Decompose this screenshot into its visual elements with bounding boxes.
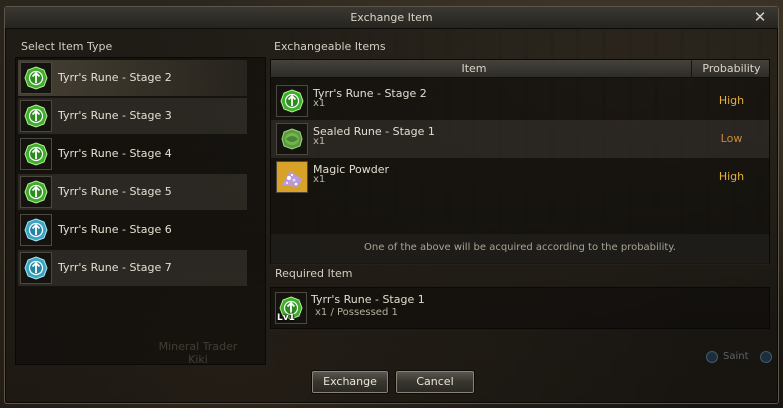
item-probability: High (718, 170, 745, 183)
magic-powder-icon (276, 161, 308, 193)
green-rune-icon (276, 85, 308, 117)
column-header-item: Item (461, 62, 487, 75)
green-rune-icon (20, 176, 52, 208)
item-type-label: Tyrr's Rune - Stage 3 (58, 109, 172, 122)
item-type-row[interactable]: Tyrr's Rune - Stage 4 (18, 136, 247, 172)
item-quantity: x1 (313, 98, 326, 109)
sealed-rune-icon (276, 123, 308, 155)
green-rune-icon (20, 62, 52, 94)
green-rune-icon[interactable]: Lv1 (275, 292, 307, 324)
item-name: Tyrr's Rune - Stage 2 (313, 87, 427, 100)
npc-name: Kiki (188, 353, 208, 366)
status-orb-icon (706, 351, 718, 363)
select-item-type-label: Select Item Type (21, 40, 113, 53)
green-rune-icon (20, 100, 52, 132)
blue-rune-icon (20, 252, 52, 284)
exchange-button[interactable]: Exchange (312, 371, 388, 393)
item-type-row[interactable]: Tyrr's Rune - Stage 7 (18, 250, 247, 286)
item-type-row[interactable]: Tyrr's Rune - Stage 6 (18, 212, 247, 248)
title-bar[interactable]: Exchange Item ✕ (5, 7, 778, 29)
item-quantity: x1 (313, 136, 326, 147)
item-type-row[interactable]: Tyrr's Rune - Stage 2 (18, 60, 247, 96)
item-type-label: Tyrr's Rune - Stage 7 (58, 261, 172, 274)
exchangeable-items-table: Item Probability Tyrr's Rune - Stage 2 x… (270, 59, 770, 265)
cancel-button[interactable]: Cancel (396, 371, 474, 393)
exchange-item-window: Exchange Item ✕ Select Item Type Exchang… (4, 6, 779, 404)
item-type-list: Tyrr's Rune - Stage 2 Tyrr's Rune - Stag… (15, 57, 266, 366)
npc-title: Mineral Trader (158, 340, 238, 353)
item-quantity: x1 (313, 174, 326, 185)
item-probability: Low (720, 132, 743, 145)
item-name: Sealed Rune - Stage 1 (313, 125, 435, 138)
table-row[interactable]: Magic Powder x1 High (271, 158, 769, 196)
table-header: Item Probability (271, 60, 769, 78)
item-probability: High (718, 94, 745, 107)
status-orb-icon (760, 351, 772, 363)
item-type-label: Tyrr's Rune - Stage 2 (58, 71, 172, 84)
item-level-badge: Lv1 (277, 313, 295, 323)
item-type-label: Tyrr's Rune - Stage 4 (58, 147, 172, 160)
exchangeable-items-label: Exchangeable Items (274, 40, 386, 53)
blue-rune-icon (20, 214, 52, 246)
item-type-label: Tyrr's Rune - Stage 6 (58, 223, 172, 236)
required-item-name: Tyrr's Rune - Stage 1 (311, 293, 425, 306)
table-row[interactable]: Sealed Rune - Stage 1 x1 Low (271, 120, 769, 158)
saint-text: Saint (723, 351, 749, 362)
npc-name-watermark: Mineral Trader Kiki (148, 340, 248, 366)
required-item-label: Required Item (275, 267, 353, 280)
item-type-label: Tyrr's Rune - Stage 5 (58, 185, 172, 198)
item-type-row[interactable]: Tyrr's Rune - Stage 5 (18, 174, 247, 210)
window-title: Exchange Item (350, 11, 433, 24)
column-header-probability: Probability (702, 62, 761, 75)
probability-note: One of the above will be acquired accord… (364, 242, 676, 253)
green-rune-icon (20, 138, 52, 170)
background-saint-label: Saint (706, 350, 778, 366)
required-item-panel: Lv1 Tyrr's Rune - Stage 1 x1 / Possessed… (270, 287, 770, 329)
close-icon[interactable]: ✕ (752, 9, 768, 25)
item-type-row[interactable]: Tyrr's Rune - Stage 3 (18, 98, 247, 134)
required-item-quantity: x1 / Possessed 1 (315, 307, 398, 318)
table-row[interactable]: Tyrr's Rune - Stage 2 x1 High (271, 82, 769, 120)
